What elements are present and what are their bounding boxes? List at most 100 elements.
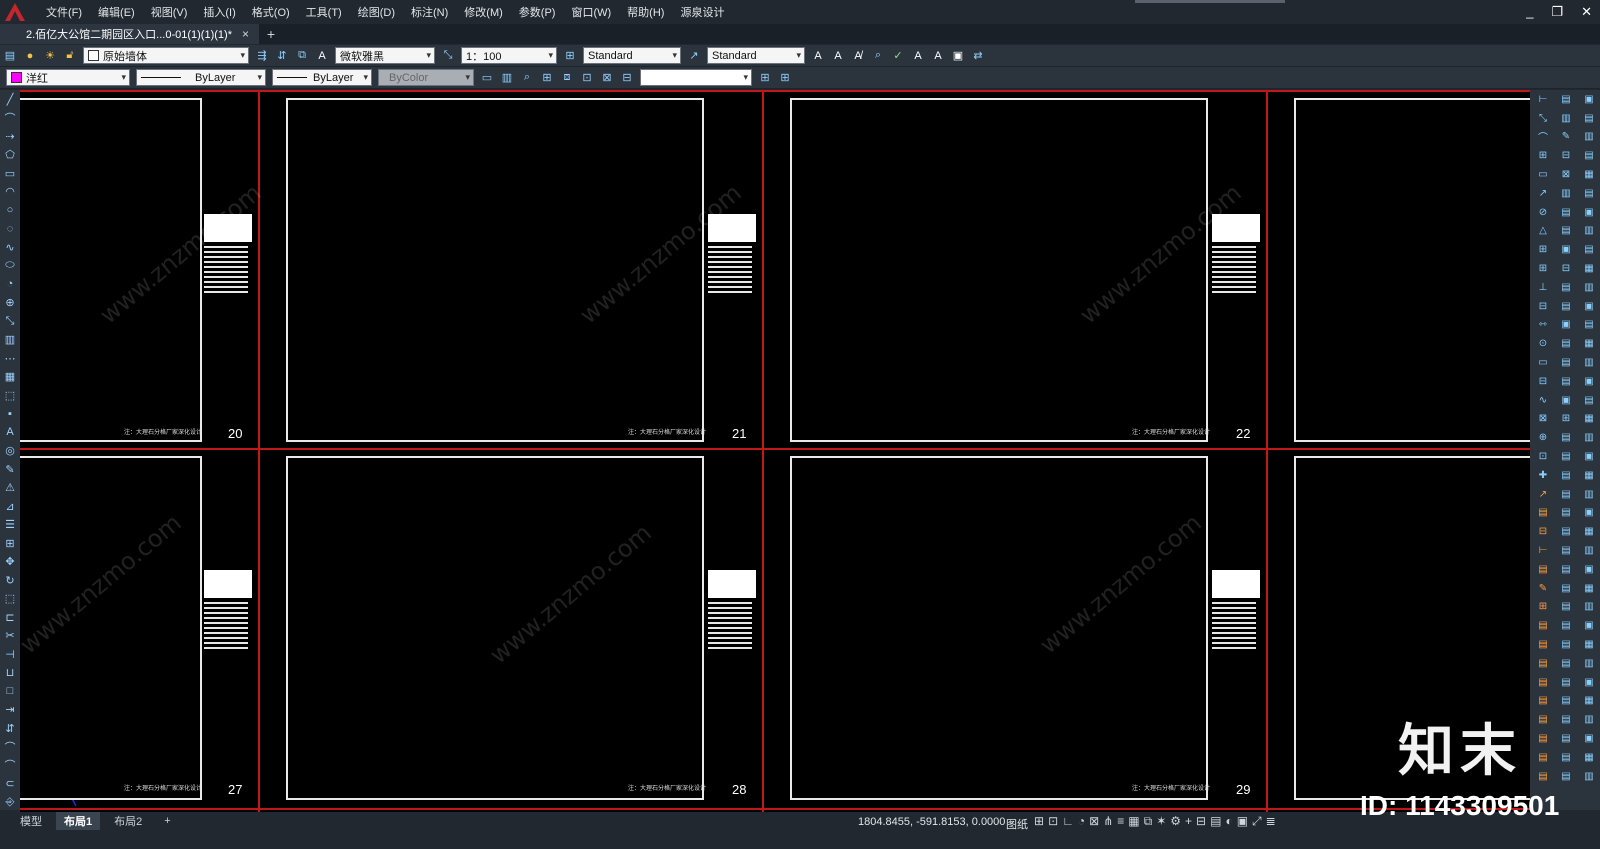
snap-icon[interactable]: ⊡ xyxy=(1048,814,1058,829)
transparency-icon[interactable]: ▦ xyxy=(1128,814,1139,829)
palette-tool-icon[interactable]: ▤ xyxy=(1578,391,1600,410)
text-style-icon[interactable]: A xyxy=(314,48,330,64)
layout-viewport-icon[interactable]: ▭ xyxy=(479,70,495,86)
menu-help[interactable]: 帮助(H) xyxy=(627,4,664,20)
viewport-clip-icon[interactable]: ⧈ xyxy=(559,70,575,86)
palette-tool-icon[interactable]: ▥ xyxy=(1578,428,1600,447)
palette-tool-icon[interactable]: ▣ xyxy=(1578,297,1600,316)
palette-tool-icon[interactable]: ⊡ xyxy=(1532,447,1554,466)
palette-tool-icon[interactable]: ▤ xyxy=(1555,203,1577,222)
cascade-viewports-icon[interactable]: ⊞ xyxy=(777,70,793,86)
annotation-scale-icon[interactable]: ⤡ xyxy=(440,48,456,64)
palette-tool-icon[interactable]: ▣ xyxy=(1578,560,1600,579)
palette-tool-icon[interactable]: ▤ xyxy=(1555,278,1577,297)
otrack-icon[interactable]: ⋔ xyxy=(1103,814,1113,829)
palette-tool-icon[interactable]: ▥ xyxy=(1578,485,1600,504)
menu-file[interactable]: 文件(F) xyxy=(46,4,82,20)
spell-check-icon[interactable]: ✓ xyxy=(890,48,906,64)
palette-tool-icon[interactable]: ▥ xyxy=(1578,541,1600,560)
palette-tool-icon[interactable]: ▭ xyxy=(1532,353,1554,372)
palette-tool-icon[interactable]: ⊙ xyxy=(1532,334,1554,353)
text-scale-icon[interactable]: A xyxy=(910,48,926,64)
multileader-style-icon[interactable]: ↗ xyxy=(686,48,702,64)
palette-tool-icon[interactable]: ▥ xyxy=(1578,353,1600,372)
palette-tool-icon[interactable]: ⊢ xyxy=(1532,541,1554,560)
draw-tool-icon[interactable]: ▪ xyxy=(0,405,20,424)
palette-tool-icon[interactable]: ↗ xyxy=(1532,184,1554,203)
draw-tool-icon[interactable]: ⊣ xyxy=(0,645,20,664)
draw-tool-icon[interactable]: ☰ xyxy=(0,516,20,535)
page-setup-icon[interactable]: ▥ xyxy=(499,70,515,86)
palette-tool-icon[interactable]: ▥ xyxy=(1578,654,1600,673)
draw-tool-icon[interactable]: ▭ xyxy=(0,164,20,183)
draw-tool-icon[interactable]: ⋯ xyxy=(0,349,20,368)
palette-tool-icon[interactable]: ⊞ xyxy=(1555,410,1577,429)
text-convert-icon[interactable]: ⇄ xyxy=(970,48,986,64)
menu-dimension[interactable]: 标注(N) xyxy=(411,4,448,20)
palette-tool-icon[interactable]: ▤ xyxy=(1555,90,1577,109)
tab-model[interactable]: 模型 xyxy=(12,812,50,830)
draw-tool-icon[interactable]: ✎ xyxy=(0,460,20,479)
ortho-icon[interactable]: ∟ xyxy=(1062,814,1074,829)
menu-plugin[interactable]: 源泉设计 xyxy=(680,4,724,20)
draw-tool-icon[interactable]: ⊔ xyxy=(0,664,20,683)
draw-tool-icon[interactable]: ↻ xyxy=(0,571,20,590)
viewport-lock-icon[interactable]: ⊡ xyxy=(579,70,595,86)
palette-tool-icon[interactable]: ▤ xyxy=(1555,729,1577,748)
palette-tool-icon[interactable]: ⊢ xyxy=(1532,90,1554,109)
palette-tool-icon[interactable]: ▦ xyxy=(1578,635,1600,654)
palette-tool-icon[interactable]: ▤ xyxy=(1578,146,1600,165)
palette-tool-icon[interactable]: ⊠ xyxy=(1532,410,1554,429)
draw-tool-icon[interactable]: ⌒ xyxy=(0,738,20,757)
palette-tool-icon[interactable]: ▣ xyxy=(1578,447,1600,466)
palette-tool-icon[interactable]: ▭ xyxy=(1532,165,1554,184)
palette-tool-icon[interactable]: ▦ xyxy=(1578,692,1600,711)
palette-tool-icon[interactable]: △ xyxy=(1532,222,1554,241)
palette-tool-icon[interactable]: ▦ xyxy=(1578,466,1600,485)
palette-tool-icon[interactable]: ▤ xyxy=(1532,560,1554,579)
palette-tool-icon[interactable]: ▥ xyxy=(1555,109,1577,128)
selection-cycle-icon[interactable]: ⧉ xyxy=(1144,814,1153,829)
palette-tool-icon[interactable]: ▦ xyxy=(1578,579,1600,598)
text-a-icon[interactable]: A xyxy=(810,48,826,64)
palette-tool-icon[interactable]: ▤ xyxy=(1555,504,1577,523)
draw-tool-icon[interactable]: ⌒ xyxy=(0,109,20,128)
palette-tool-icon[interactable]: ▤ xyxy=(1555,748,1577,767)
make-current-layer-icon[interactable]: ⇶ xyxy=(254,48,270,64)
palette-tool-icon[interactable]: ▤ xyxy=(1555,222,1577,241)
paper-space-toggle[interactable]: 图纸 xyxy=(1006,816,1028,832)
palette-tool-icon[interactable]: ▤ xyxy=(1555,579,1577,598)
draw-tool-icon[interactable]: ○ xyxy=(0,201,20,220)
draw-tool-icon[interactable]: ▦ xyxy=(0,368,20,387)
palette-tool-icon[interactable]: ▥ xyxy=(1578,710,1600,729)
text-a2-icon[interactable]: A xyxy=(830,48,846,64)
text-edit-icon[interactable]: A̸ xyxy=(850,48,866,64)
draw-tool-icon[interactable]: ⊿ xyxy=(0,497,20,516)
draw-tool-icon[interactable]: ✥ xyxy=(0,553,20,572)
draw-tool-icon[interactable]: A xyxy=(0,423,20,442)
layer-dropdown[interactable]: 原始墙体 xyxy=(83,47,249,64)
lineweight-toggle-icon[interactable]: ≡ xyxy=(1117,814,1124,829)
command-input[interactable] xyxy=(640,69,752,86)
layer-on-icon[interactable]: ● xyxy=(22,48,38,64)
palette-tool-icon[interactable]: ▥ xyxy=(1578,767,1600,786)
layer-lock-icon[interactable]: 🔓︎ xyxy=(62,48,78,64)
palette-tool-icon[interactable]: ▤ xyxy=(1532,635,1554,654)
text-style-dropdown[interactable]: 微软雅黑 xyxy=(335,47,435,64)
draw-tool-icon[interactable]: ⎆ xyxy=(0,793,20,812)
draw-tool-icon[interactable]: ⇢ xyxy=(0,127,20,146)
palette-tool-icon[interactable]: ▣ xyxy=(1555,391,1577,410)
tile-viewports-icon[interactable]: ⊞ xyxy=(757,70,773,86)
units-icon[interactable]: ⊟ xyxy=(1196,814,1206,829)
linetype-dropdown[interactable]: ByLayer xyxy=(136,69,266,86)
palette-tool-icon[interactable]: ⊟ xyxy=(1555,259,1577,278)
palette-tool-icon[interactable]: ▤ xyxy=(1555,428,1577,447)
plus-icon[interactable]: + xyxy=(1185,814,1192,829)
customize-icon[interactable]: ≣ xyxy=(1266,814,1276,829)
text-frame-icon[interactable]: ▣ xyxy=(950,48,966,64)
drawing-canvas[interactable]: 20 21 22 27 28 29 注：大理石分格厂家深化设计 注：大理石分格厂… xyxy=(20,90,1530,812)
close-tab-icon[interactable]: × xyxy=(242,27,249,41)
palette-tool-icon[interactable]: ▣ xyxy=(1555,240,1577,259)
draw-tool-icon[interactable]: ⊕ xyxy=(0,294,20,313)
palette-tool-icon[interactable]: ▥ xyxy=(1578,222,1600,241)
